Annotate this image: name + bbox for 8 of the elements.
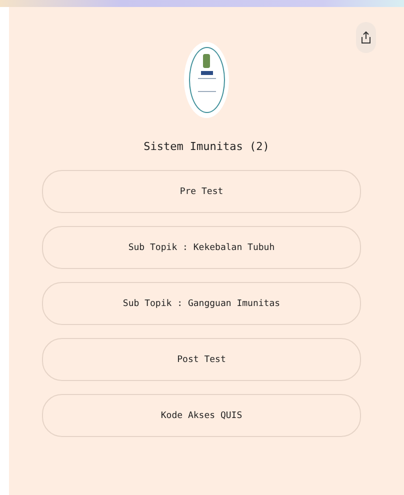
link-button[interactable]: Pre Test bbox=[42, 170, 361, 213]
link-button[interactable]: Post Test bbox=[42, 338, 361, 381]
link-button[interactable]: Kode Akses QUIS bbox=[42, 394, 361, 437]
link-button[interactable]: Sub Topik : Gangguan Imunitas bbox=[42, 282, 361, 325]
page-title: Sistem Imunitas (2) bbox=[144, 139, 270, 155]
link-button[interactable]: Sub Topik : Kekebalan Tubuh bbox=[42, 226, 361, 269]
share-button[interactable] bbox=[356, 22, 376, 53]
share-icon bbox=[361, 31, 371, 44]
